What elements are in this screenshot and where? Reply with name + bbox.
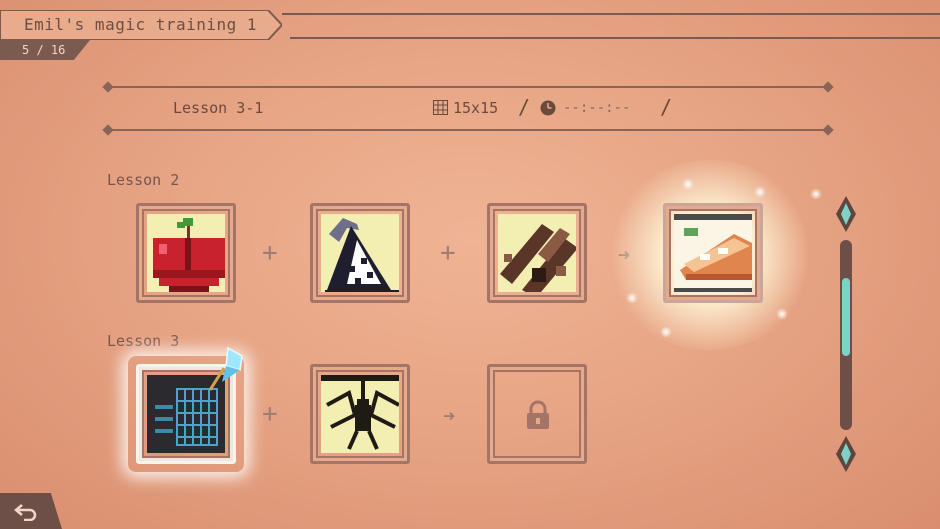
sparkle (754, 186, 766, 198)
tile-logs[interactable] (487, 203, 587, 303)
puzzle-counter: 5 / 16 (0, 40, 90, 60)
tile-locked (487, 364, 587, 464)
tile-apple[interactable] (136, 203, 236, 303)
back-arrow-icon (14, 504, 37, 521)
grid-size: 15x15 (453, 99, 499, 117)
logs-picture (500, 224, 576, 292)
pie-picture (674, 214, 752, 292)
sparkle (660, 326, 672, 338)
bar-ornament (822, 81, 834, 93)
back-button[interactable] (0, 493, 62, 529)
tile-spider-web[interactable] (310, 364, 410, 464)
sparkle (776, 308, 788, 320)
best-time: --:--:-- (563, 100, 631, 116)
scrollbar-thumb[interactable] (842, 278, 850, 356)
lock-icon (527, 400, 549, 429)
header-rule (282, 13, 940, 39)
arrow-icon: ➜ (443, 404, 456, 428)
row-label: Lesson 3 (107, 332, 180, 350)
page-title: Emil's magic training 1 (24, 15, 258, 34)
sparkle (626, 292, 638, 304)
witch-hat-picture (325, 218, 399, 292)
plus-sign: + (262, 399, 278, 429)
spider-web-picture (321, 375, 399, 450)
sparkle (810, 188, 822, 200)
plus-sign: + (440, 238, 456, 268)
grid-icon (433, 100, 448, 115)
scroll-up-gem-icon[interactable] (836, 196, 856, 232)
separator: / (518, 95, 531, 119)
clock-icon (540, 100, 556, 116)
separator: / (660, 95, 673, 119)
lesson-name: Lesson 3-1 (173, 99, 264, 117)
tile-witch-hat[interactable] (310, 203, 410, 303)
gem-cursor-icon (208, 346, 243, 391)
plus-sign: + (262, 238, 278, 268)
bar-bottom-line (108, 129, 828, 131)
tile-pie-result[interactable] (663, 203, 763, 303)
sparkle (682, 178, 694, 190)
row-label: Lesson 2 (107, 171, 180, 189)
bar-top-line (108, 86, 828, 88)
scroll-down-gem-icon[interactable] (836, 436, 856, 472)
bar-ornament (822, 124, 834, 136)
apple-picture (153, 218, 225, 292)
